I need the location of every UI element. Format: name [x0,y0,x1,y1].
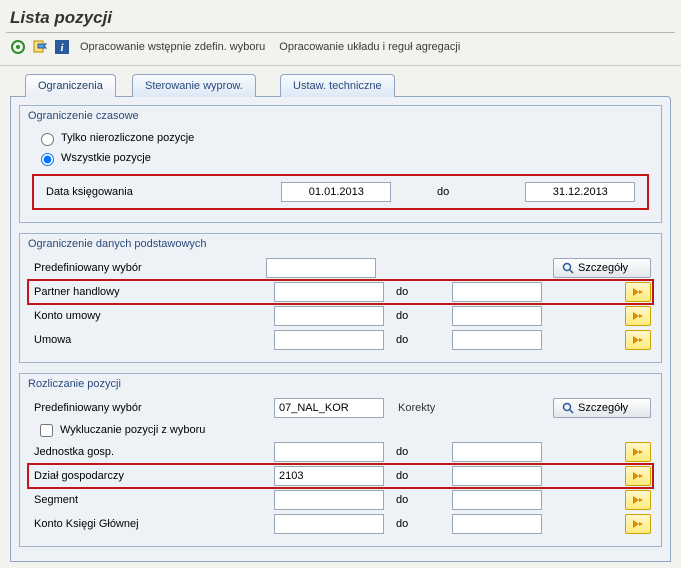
toolbar-separator [0,65,681,66]
tab-panel-restrictions: Ograniczenie czasowe Tylko nierozliczone… [10,96,671,562]
gl-account-to-label: do [392,518,452,530]
layout-rules-link[interactable]: Opracowanie układu i reguł agregacji [275,41,464,53]
clearing-predef-input[interactable] [274,398,384,418]
clearing-details-label: Szczegóły [578,402,628,414]
posting-date-to-label: do [397,186,525,198]
clearing-predef-text: Korekty [392,402,435,414]
tab-restrictions[interactable]: Ograniczenia [25,74,116,97]
radio-open-items[interactable]: Tylko nierozliczone pozycje [28,128,653,148]
group-master-title: Ograniczenie danych podstawowych [20,234,661,254]
tab-tech-settings[interactable]: Ustaw. techniczne [280,74,395,97]
page-title: Lista pozycji [0,0,681,32]
company-code-from-input[interactable] [274,442,384,462]
clearing-details-button[interactable]: Szczegóły [553,398,651,418]
execute-icon[interactable] [10,39,26,55]
business-area-from-input[interactable] [274,466,384,486]
partner-to-input[interactable] [452,282,542,302]
posting-date-from-input[interactable] [281,182,391,202]
contract-account-multi-select-button[interactable] [625,306,651,326]
radio-all-items-label: Wszystkie pozycje [61,152,151,164]
company-code-label: Jednostka gosp. [28,446,274,458]
gl-account-multi-select-button[interactable] [625,514,651,534]
partner-from-input[interactable] [274,282,384,302]
radio-open-items-input[interactable] [41,133,54,146]
contract-to-label: do [392,334,452,346]
group-time-restriction: Ograniczenie czasowe Tylko nierozliczone… [19,105,662,223]
info-icon[interactable]: i [54,39,70,55]
exclude-items-input[interactable] [40,424,53,437]
company-code-multi-select-button[interactable] [625,442,651,462]
company-code-to-label: do [392,446,452,458]
radio-all-items[interactable]: Wszystkie pozycje [28,148,653,168]
contract-account-from-input[interactable] [274,306,384,326]
segment-to-input[interactable] [452,490,542,510]
master-details-label: Szczegóły [578,262,628,274]
posting-date-label: Data księgowania [40,186,281,198]
magnifier-icon [562,402,574,414]
predef-selection-link[interactable]: Opracowanie wstępnie zdefin. wyboru [76,41,269,53]
gl-account-label: Konto Księgi Głównej [28,518,274,530]
group-master-data: Ograniczenie danych podstawowych Predefi… [19,233,662,363]
contract-to-input[interactable] [452,330,542,350]
master-details-button[interactable]: Szczegóły [553,258,651,278]
business-area-to-label: do [392,470,452,482]
master-predef-input[interactable] [266,258,376,278]
exclude-items-label: Wykluczanie pozycji z wyboru [60,424,205,436]
business-area-to-input[interactable] [452,466,542,486]
tab-strip: Ograniczenia Sterowanie wyprow. Ustaw. t… [10,74,671,96]
business-area-multi-select-button[interactable] [625,466,651,486]
gl-account-from-input[interactable] [274,514,384,534]
radio-all-items-input[interactable] [41,153,54,166]
business-area-row-highlight: Dział gospodarczy do [28,464,653,488]
company-code-to-input[interactable] [452,442,542,462]
posting-date-highlight: Data księgowania do [32,174,649,210]
partner-label: Partner handlowy [28,286,274,298]
magnifier-icon [562,262,574,274]
group-clearing: Rozliczanie pozycji Predefiniowany wybór… [19,373,662,547]
segment-multi-select-button[interactable] [625,490,651,510]
segment-to-label: do [392,494,452,506]
get-variant-icon[interactable] [32,39,48,55]
segment-label: Segment [28,494,274,506]
group-clearing-title: Rozliczanie pozycji [20,374,661,394]
contract-account-to-label: do [392,310,452,322]
partner-row-highlight: Partner handlowy do [28,280,653,304]
app-toolbar: i Opracowanie wstępnie zdefin. wyboru Op… [0,35,681,61]
clearing-predef-label: Predefiniowany wybór [28,402,274,414]
contract-account-label: Konto umowy [28,310,274,322]
tab-output-control[interactable]: Sterowanie wyprow. [132,74,256,97]
contract-account-to-input[interactable] [452,306,542,326]
group-time-title: Ograniczenie czasowe [20,106,661,126]
business-area-label: Dział gospodarczy [28,470,274,482]
posting-date-to-input[interactable] [525,182,635,202]
segment-from-input[interactable] [274,490,384,510]
contract-multi-select-button[interactable] [625,330,651,350]
exclude-items-checkbox[interactable]: Wykluczanie pozycji z wyboru [28,420,653,440]
contract-label: Umowa [28,334,274,346]
master-predef-label: Predefiniowany wybór [28,262,266,274]
radio-open-items-label: Tylko nierozliczone pozycje [61,132,194,144]
contract-from-input[interactable] [274,330,384,350]
title-separator [6,32,675,33]
gl-account-to-input[interactable] [452,514,542,534]
partner-to-label: do [392,286,452,298]
partner-multi-select-button[interactable] [625,282,651,302]
